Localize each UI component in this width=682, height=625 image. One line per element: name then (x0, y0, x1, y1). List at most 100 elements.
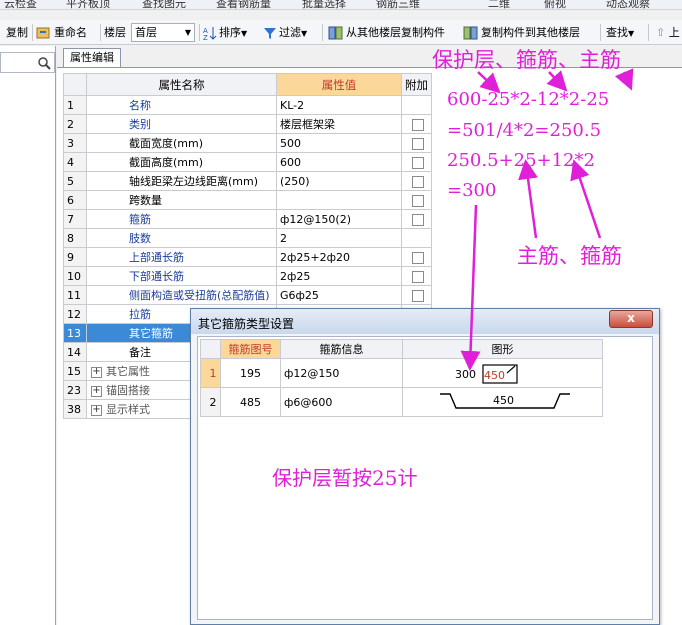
property-name[interactable]: 上部通长筋 (86, 247, 277, 267)
chevron-down-icon: ▼ (301, 29, 308, 38)
stirrup-info[interactable]: ф6@600 (280, 387, 403, 417)
align-slab-top-button[interactable]: 平齐板顶 (66, 0, 110, 9)
extra-checkbox[interactable] (412, 270, 424, 283)
property-row[interactable]: 1 名称 KL-2 (63, 95, 432, 115)
property-name[interactable]: 箍筋 (86, 209, 277, 229)
floor-select[interactable]: 首层 ▼ (131, 23, 195, 42)
property-name[interactable]: 下部通长筋 (86, 266, 277, 286)
row-number: 1 (63, 95, 87, 115)
tab-property-edit[interactable]: 属性编辑 (63, 48, 121, 68)
filter-label: 过滤 (279, 26, 301, 39)
filter-button[interactable]: 过滤▼ (263, 24, 307, 41)
dynamic-view-button[interactable]: 动态观察 (606, 0, 650, 9)
group-label: 其它属性 (106, 365, 150, 378)
property-row[interactable]: 3 截面宽度(mm) 500 (63, 133, 432, 153)
property-row[interactable]: 7 箍筋 ф12@150(2) (63, 209, 432, 229)
property-value[interactable]: KL-2 (276, 95, 402, 115)
row-number: 10 (63, 266, 87, 286)
stirrup-shape-cell[interactable]: 300 450 (402, 358, 603, 388)
property-name[interactable]: 截面宽度(mm) (86, 133, 277, 153)
group-label: 显示样式 (106, 403, 150, 416)
expand-icon[interactable]: + (91, 404, 102, 416)
row-number: 5 (63, 171, 87, 191)
expand-icon[interactable]: + (91, 366, 102, 378)
stirrup-shape-header: 图形 (402, 339, 603, 359)
property-value[interactable]: 2 (276, 228, 402, 248)
row-number-header (200, 339, 221, 359)
property-name[interactable]: 截面高度(mm) (86, 152, 277, 172)
view-rebar-button[interactable]: 查看钢筋量 (216, 0, 271, 9)
search-input[interactable] (0, 52, 55, 73)
rename-icon (36, 27, 50, 39)
copy-button[interactable]: 复制 (6, 24, 28, 41)
property-value-header: 属性值 (276, 73, 402, 96)
property-name[interactable]: 跨数量 (86, 190, 277, 210)
cloud-check-button[interactable]: 云检查 (4, 0, 37, 9)
copy-from-floor-label: 从其他楼层复制构件 (346, 26, 445, 39)
copy-from-floor-button[interactable]: 从其他楼层复制构件 (328, 24, 445, 41)
property-row[interactable]: 8 肢数 2 (63, 228, 432, 248)
property-value[interactable] (276, 190, 402, 210)
property-value[interactable]: (250) (276, 171, 402, 191)
property-name[interactable]: 名称 (86, 95, 277, 115)
extra-checkbox[interactable] (412, 175, 424, 188)
row-number: 8 (63, 228, 87, 248)
property-name[interactable]: 肢数 (86, 228, 277, 248)
property-value[interactable]: ф12@150(2) (276, 209, 402, 229)
property-row[interactable]: 10 下部通长筋 2ф25 (63, 266, 432, 286)
sort-button[interactable]: A Z 排序▼ (203, 24, 247, 41)
rebar-3d-button[interactable]: 钢筋三维 (376, 0, 420, 9)
rename-button[interactable]: 重命名 (36, 24, 87, 41)
extra-checkbox[interactable] (412, 156, 424, 169)
property-value[interactable]: 2ф25+2ф20 (276, 247, 402, 267)
row-number: 1 (200, 358, 221, 388)
close-button[interactable]: x (609, 310, 653, 328)
property-value[interactable]: G6ф25 (276, 285, 402, 305)
chevron-down-icon: ▼ (628, 29, 635, 38)
search-icon[interactable] (37, 56, 51, 70)
extra-checkbox[interactable] (412, 251, 424, 264)
top-view-button[interactable]: 俯视 (544, 0, 566, 9)
property-value[interactable]: 楼层框架梁 (276, 114, 402, 134)
property-row[interactable]: 4 截面高度(mm) 600 (63, 152, 432, 172)
extra-checkbox[interactable] (412, 194, 424, 207)
extra-checkbox[interactable] (412, 289, 424, 302)
row-number: 23 (63, 380, 87, 400)
expand-icon[interactable]: + (91, 385, 102, 397)
property-row[interactable]: 6 跨数量 (63, 190, 432, 210)
dialog-title: 其它箍筋类型设置 (198, 317, 295, 331)
property-row[interactable]: 2 类别 楼层框架梁 (63, 114, 432, 134)
extra-header: 附加 (401, 73, 432, 96)
copy-to-floor-button[interactable]: 复制构件到其他楼层 (463, 24, 580, 41)
extra-checkbox[interactable] (412, 118, 424, 131)
property-value[interactable]: 600 (276, 152, 402, 172)
view-2d-button[interactable]: 二维 (488, 0, 510, 9)
batch-select-button[interactable]: 批量选择 (302, 0, 346, 9)
extra-checkbox[interactable] (412, 213, 424, 226)
extra-checkbox[interactable] (412, 137, 424, 150)
row-number: 15 (63, 361, 87, 381)
table-row[interactable]: 2 485 ф6@600 450 (200, 387, 603, 417)
property-value[interactable]: 500 (276, 133, 402, 153)
property-name[interactable]: 侧面构造或受扭筋(总配筋值) (86, 285, 277, 305)
stirrup-code[interactable]: 195 (220, 358, 281, 388)
property-value[interactable]: 2ф25 (276, 266, 402, 286)
stirrup-info[interactable]: ф12@150 (280, 358, 403, 388)
property-row[interactable]: 9 上部通长筋 2ф25+2ф20 (63, 247, 432, 267)
find-button[interactable]: 查找▼ (606, 24, 634, 41)
property-name[interactable]: 轴线距梁左边线距离(mm) (86, 171, 277, 191)
move-up-button[interactable]: ⇧ 上 (656, 24, 680, 41)
property-name[interactable]: 类别 (86, 114, 277, 134)
table-row[interactable]: 1 195 ф12@150 300 450 (200, 358, 603, 388)
property-row[interactable]: 11 侧面构造或受扭筋(总配筋值) G6ф25 (63, 285, 432, 305)
annotation-bottom-note: 保护层暂按25计 (272, 466, 418, 490)
rename-label: 重命名 (54, 26, 87, 39)
find-label: 查找 (606, 26, 628, 39)
stirrup-code[interactable]: 485 (220, 387, 281, 417)
property-row[interactable]: 5 轴线距梁左边线距离(mm) (250) (63, 171, 432, 191)
row-number: 7 (63, 209, 87, 229)
sort-label: 排序 (219, 26, 241, 39)
stirrup-table: 箍筋图号 箍筋信息 图形 1 195 ф12@150 300 450 2 485… (200, 339, 603, 417)
stirrup-shape-cell[interactable]: 450 (402, 387, 603, 417)
find-element-button[interactable]: 查找图元 (142, 0, 186, 9)
